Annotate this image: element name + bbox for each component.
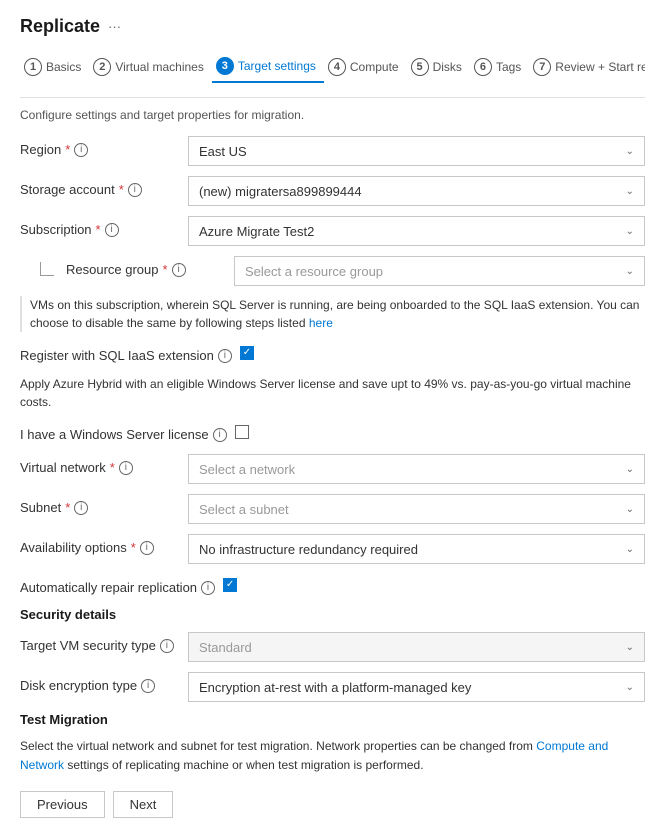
sql-register-row: Register with SQL IaaS extension i ✓ <box>20 342 645 363</box>
subscription-row: Subscription * i Azure Migrate Test2 ⌄ <box>20 216 645 246</box>
security-heading: Security details <box>20 607 645 622</box>
subnet-select[interactable]: Select a subnet ⌄ <box>188 494 645 524</box>
storage-chevron-icon: ⌄ <box>626 186 634 197</box>
resource-group-row: Resource group * i Select a resource gro… <box>20 256 645 286</box>
region-select[interactable]: East US ⌄ <box>188 136 645 166</box>
resource-group-chevron-icon: ⌄ <box>626 266 634 277</box>
auto-repair-row: Automatically repair replication i ✓ <box>20 574 645 595</box>
step-basics[interactable]: 1 Basics <box>20 52 89 82</box>
step-disks[interactable]: 5 Disks <box>407 52 470 82</box>
virtual-network-info-icon[interactable]: i <box>119 461 133 475</box>
subscription-info-icon[interactable]: i <box>105 223 119 237</box>
availability-select[interactable]: No infrastructure redundancy required ⌄ <box>188 534 645 564</box>
security-type-select[interactable]: Standard ⌄ <box>188 632 645 662</box>
availability-row: Availability options * i No infrastructu… <box>20 534 645 564</box>
virtual-network-row: Virtual network * i Select a network ⌄ <box>20 454 645 484</box>
windows-license-checkbox[interactable] <box>235 425 249 439</box>
subnet-row: Subnet * i Select a subnet ⌄ <box>20 494 645 524</box>
step-compute[interactable]: 4 Compute <box>324 52 407 82</box>
resource-group-select[interactable]: Select a resource group ⌄ <box>234 256 645 286</box>
subnet-chevron-icon: ⌄ <box>626 504 634 515</box>
storage-info-icon[interactable]: i <box>128 183 142 197</box>
region-row: Region * i East US ⌄ <box>20 136 645 166</box>
wizard-steps: 1 Basics 2 Virtual machines 3 Target set… <box>20 51 645 83</box>
windows-license-info-icon[interactable]: i <box>213 428 227 442</box>
subscription-select[interactable]: Azure Migrate Test2 ⌄ <box>188 216 645 246</box>
disk-encryption-row: Disk encryption type i Encryption at-res… <box>20 672 645 702</box>
sql-notice: VMs on this subscription, wherein SQL Se… <box>20 296 645 332</box>
security-type-info-icon[interactable]: i <box>160 639 174 653</box>
sql-register-checkbox[interactable]: ✓ <box>240 346 254 360</box>
virtual-network-chevron-icon: ⌄ <box>626 464 634 475</box>
subnet-info-icon[interactable]: i <box>74 501 88 515</box>
step-virtual-machines[interactable]: 2 Virtual machines <box>89 52 212 82</box>
disk-encryption-info-icon[interactable]: i <box>141 679 155 693</box>
previous-button[interactable]: Previous <box>20 791 105 818</box>
step-review[interactable]: 7 Review + Start replication <box>529 52 645 82</box>
hybrid-notice: Apply Azure Hybrid with an eligible Wind… <box>20 375 645 411</box>
bottom-bar: Previous Next <box>20 791 645 818</box>
storage-select[interactable]: (new) migratersa899899444 ⌄ <box>188 176 645 206</box>
region-chevron-icon: ⌄ <box>626 146 634 157</box>
step-target-settings[interactable]: 3 Target settings <box>212 51 324 83</box>
availability-info-icon[interactable]: i <box>140 541 154 555</box>
subscription-chevron-icon: ⌄ <box>626 226 634 237</box>
resource-group-info-icon[interactable]: i <box>172 263 186 277</box>
sql-register-info-icon[interactable]: i <box>218 349 232 363</box>
storage-row: Storage account * i (new) migratersa8998… <box>20 176 645 206</box>
auto-repair-info-icon[interactable]: i <box>201 581 215 595</box>
form-subtitle: Configure settings and target properties… <box>20 108 645 122</box>
region-info-icon[interactable]: i <box>74 143 88 157</box>
availability-chevron-icon: ⌄ <box>626 544 634 555</box>
security-type-chevron-icon: ⌄ <box>626 642 634 653</box>
step-tags[interactable]: 6 Tags <box>470 52 529 82</box>
sql-notice-link[interactable]: here <box>309 316 333 330</box>
disk-encryption-chevron-icon: ⌄ <box>626 682 634 693</box>
test-migration-heading: Test Migration <box>20 712 645 727</box>
disk-encryption-select[interactable]: Encryption at-rest with a platform-manag… <box>188 672 645 702</box>
next-button[interactable]: Next <box>113 791 174 818</box>
test-migration-notice: Select the virtual network and subnet fo… <box>20 737 645 775</box>
windows-license-row: I have a Windows Server license i <box>20 421 645 442</box>
page-title: Replicate ··· <box>20 16 645 37</box>
security-type-row: Target VM security type i Standard ⌄ <box>20 632 645 662</box>
auto-repair-checkbox[interactable]: ✓ <box>223 578 237 592</box>
virtual-network-select[interactable]: Select a network ⌄ <box>188 454 645 484</box>
